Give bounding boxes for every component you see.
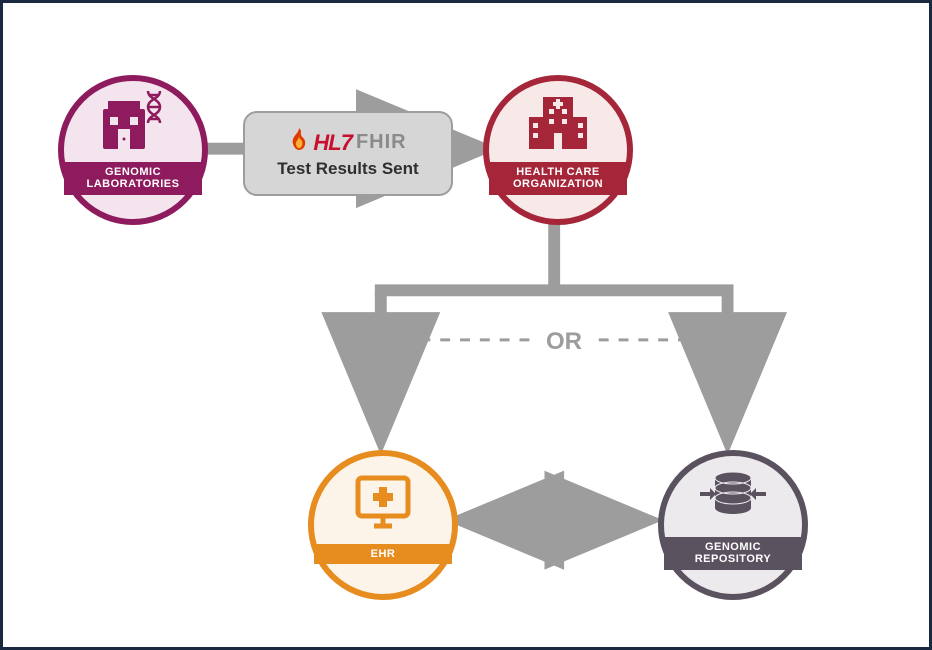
- node-ehr-label: EHR: [314, 544, 452, 565]
- node-repo-label: GENOMIC REPOSITORY: [664, 537, 802, 570]
- hospital-icon: [489, 81, 627, 162]
- node-ehr: EHR: [308, 450, 458, 600]
- node-hco-label: HEALTH CARE ORGANIZATION: [489, 162, 627, 195]
- database-icon: [664, 456, 802, 537]
- node-lab-label: GENOMIC LABORATORIES: [64, 162, 202, 195]
- hl7-fhir-logo: HL7 FHIR: [289, 128, 406, 157]
- diagram-frame: OR HL7 FHIR Test Results Sent: [0, 0, 932, 650]
- node-genomic-laboratories: GENOMIC LABORATORIES: [58, 75, 208, 225]
- logo-hl7-text: HL7: [313, 130, 352, 156]
- branch-or-label: OR: [538, 328, 590, 356]
- diagram-canvas: OR HL7 FHIR Test Results Sent: [3, 3, 929, 647]
- logo-fhir-text: FHIR: [356, 131, 407, 154]
- monitor-plus-icon: [314, 461, 452, 544]
- lab-building-dna-icon: [64, 81, 202, 162]
- flame-icon: [289, 128, 309, 157]
- message-box: HL7 FHIR Test Results Sent: [243, 111, 453, 196]
- node-genomic-repository: GENOMIC REPOSITORY: [658, 450, 808, 600]
- node-health-care-organization: HEALTH CARE ORGANIZATION: [483, 75, 633, 225]
- message-caption: Test Results Sent: [277, 159, 418, 179]
